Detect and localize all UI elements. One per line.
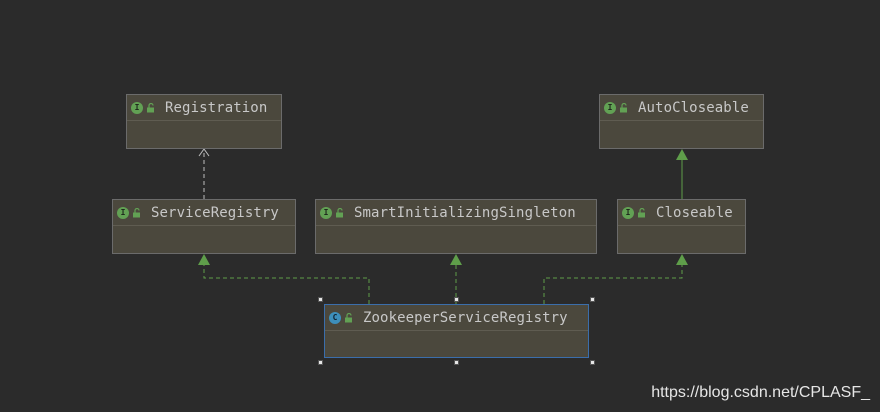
edge-service-registry-to-registration: [198, 148, 210, 199]
resize-handle-bottom-left[interactable]: [318, 360, 323, 365]
resize-handle-top-center[interactable]: [454, 297, 459, 302]
node-header: I SmartInitializingSingleton: [316, 200, 596, 226]
edge-zookeeper-to-closeable: [543, 254, 688, 304]
public-lock-icon: [620, 102, 627, 112]
interface-icon: I: [131, 101, 143, 114]
edge-closeable-to-autocloseable: [676, 149, 688, 199]
node-header: I Closeable: [618, 200, 745, 226]
resize-handle-bottom-center[interactable]: [454, 360, 459, 365]
node-title: AutoCloseable: [638, 99, 749, 116]
public-lock-icon: [147, 102, 154, 112]
node-title: Registration: [165, 99, 268, 116]
node-title: Closeable: [656, 204, 733, 221]
node-registration[interactable]: I Registration: [126, 94, 282, 149]
diagram-canvas: I Registration I AutoCloseable I Service…: [0, 0, 880, 412]
node-title: SmartInitializingSingleton: [354, 204, 576, 221]
resize-handle-top-right[interactable]: [590, 297, 595, 302]
interface-icon: I: [117, 206, 129, 219]
public-lock-icon: [336, 207, 343, 217]
node-header: I AutoCloseable: [600, 95, 763, 121]
node-zookeeper-service-registry[interactable]: C ZookeeperServiceRegistry: [324, 304, 589, 358]
node-smart-initializing-singleton[interactable]: I SmartInitializingSingleton: [315, 199, 597, 254]
edge-zookeeper-to-service-registry: [198, 254, 370, 304]
class-icon: C: [329, 311, 341, 324]
resize-handle-top-left[interactable]: [318, 297, 323, 302]
node-header: I ServiceRegistry: [113, 200, 295, 226]
node-service-registry[interactable]: I ServiceRegistry: [112, 199, 296, 254]
interface-icon: I: [320, 206, 332, 219]
node-header: I Registration: [127, 95, 281, 121]
interface-icon: I: [604, 101, 616, 114]
interface-icon: I: [622, 206, 634, 219]
node-title: ZookeeperServiceRegistry: [363, 309, 568, 326]
node-autocloseable[interactable]: I AutoCloseable: [599, 94, 764, 149]
resize-handle-bottom-right[interactable]: [590, 360, 595, 365]
public-lock-icon: [133, 207, 140, 217]
public-lock-icon: [345, 312, 352, 322]
watermark: https://blog.csdn.net/CPLASF_: [651, 384, 870, 401]
node-title: ServiceRegistry: [151, 204, 279, 221]
node-closeable[interactable]: I Closeable: [617, 199, 746, 254]
public-lock-icon: [638, 207, 645, 217]
node-header: C ZookeeperServiceRegistry: [325, 305, 588, 331]
